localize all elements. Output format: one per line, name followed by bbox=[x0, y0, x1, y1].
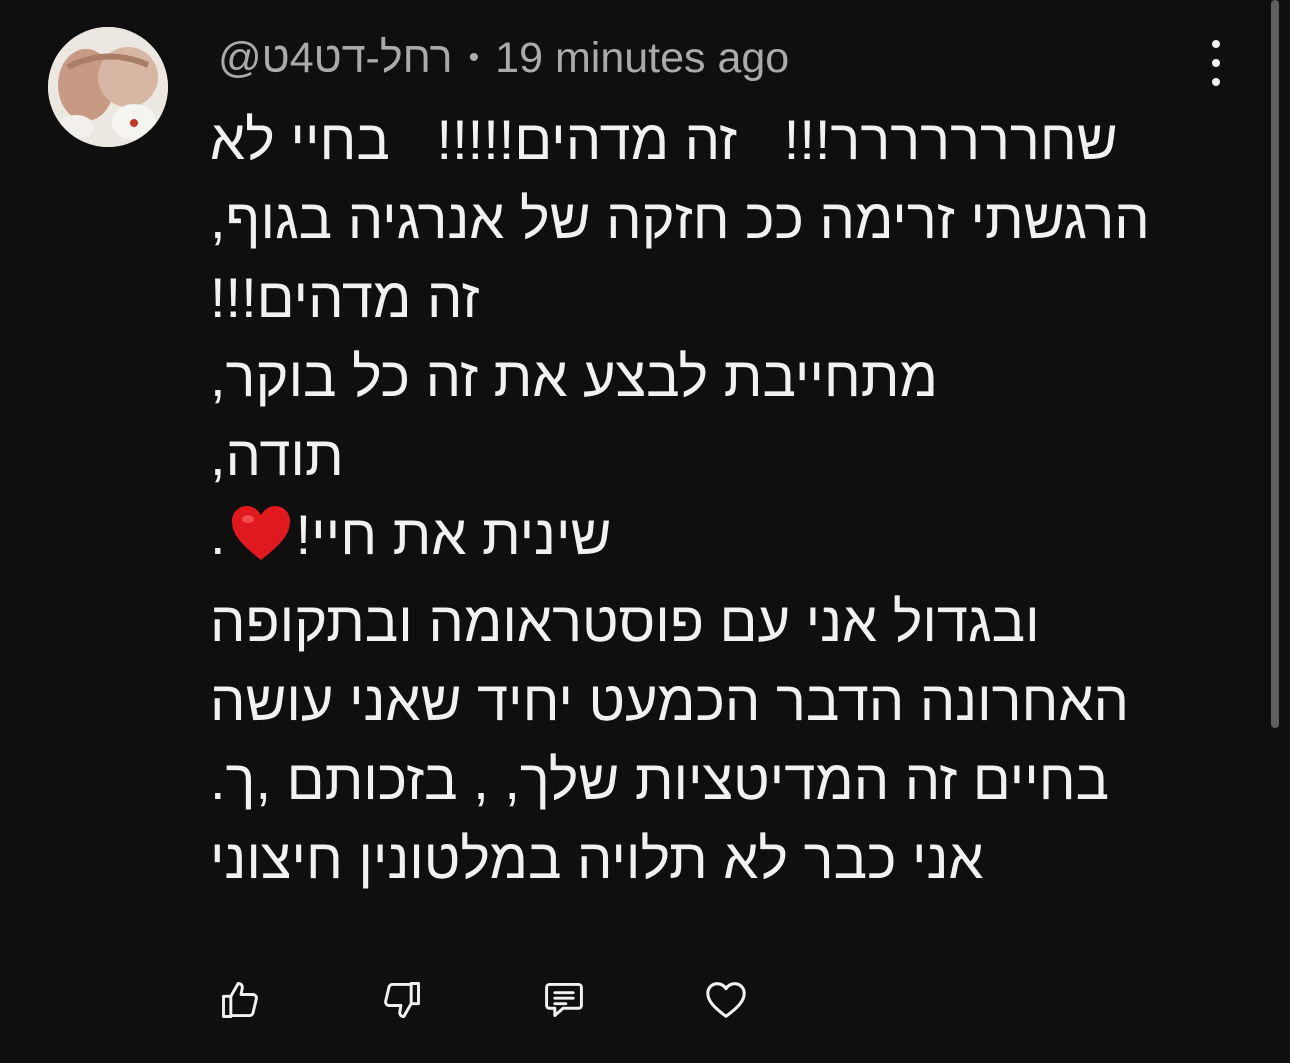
comment-line: מתחייבת לבצע את זה כל בוקר, bbox=[210, 345, 938, 408]
thumb-up-icon bbox=[222, 982, 258, 1018]
author-handle[interactable]: @רחל-דט4ט bbox=[218, 34, 453, 83]
dislike-button[interactable] bbox=[379, 977, 425, 1023]
more-vertical-icon bbox=[1212, 40, 1220, 48]
more-vertical-icon-dot bbox=[1212, 59, 1220, 67]
comment-line-with-emoji: שינית את חיי!. bbox=[210, 495, 1210, 582]
comment-line: שחררררררר!!! זה מדהים!!!!! בחיי לא bbox=[210, 108, 1118, 171]
comment-line: הרגשתי זרימה ככ חזקה של אנרגיה בגוף, bbox=[210, 187, 1150, 250]
meta-separator: • bbox=[468, 41, 480, 74]
comment-line-text: שינית את חיי! bbox=[295, 503, 612, 566]
comment-line: ובגדול אני עם פוסטראומה ובתקופה bbox=[210, 590, 1040, 653]
love-button[interactable] bbox=[703, 977, 749, 1023]
comment-text: שחררררררר!!! זה מדהים!!!!! בחיי לא הרגשת… bbox=[210, 100, 1210, 898]
comment-header: @רחל-דט4ט • 19 minutes ago bbox=[218, 32, 789, 84]
heart-emoji bbox=[230, 503, 292, 582]
more-vertical-icon-dot bbox=[1212, 78, 1220, 86]
scrollbar[interactable] bbox=[1271, 0, 1279, 728]
comment-line: זה מדהים!!! bbox=[210, 266, 480, 329]
thumb-down-icon bbox=[384, 982, 420, 1018]
comment-line-suffix: . bbox=[210, 503, 226, 566]
reply-comment-icon bbox=[545, 982, 583, 1018]
comment-line: אני כבר לא תלויה במלטונין חיצוני bbox=[210, 827, 984, 890]
like-button[interactable] bbox=[217, 977, 263, 1023]
comment-timestamp[interactable]: 19 minutes ago bbox=[495, 34, 789, 83]
comment-actions bbox=[217, 976, 749, 1024]
heart-outline-icon bbox=[706, 982, 746, 1018]
avatar-image bbox=[48, 27, 168, 147]
comment-line: בחיים זה המדיטציות שלך, , בזכותם ,ך. bbox=[210, 748, 1110, 811]
reply-button[interactable] bbox=[541, 977, 587, 1023]
comment-line: תודה, bbox=[210, 424, 344, 487]
comment-line: האחרונה הדבר הכמעט יחיד שאני עושה bbox=[210, 669, 1130, 732]
avatar[interactable] bbox=[48, 27, 168, 147]
more-options-button[interactable] bbox=[1196, 40, 1236, 86]
